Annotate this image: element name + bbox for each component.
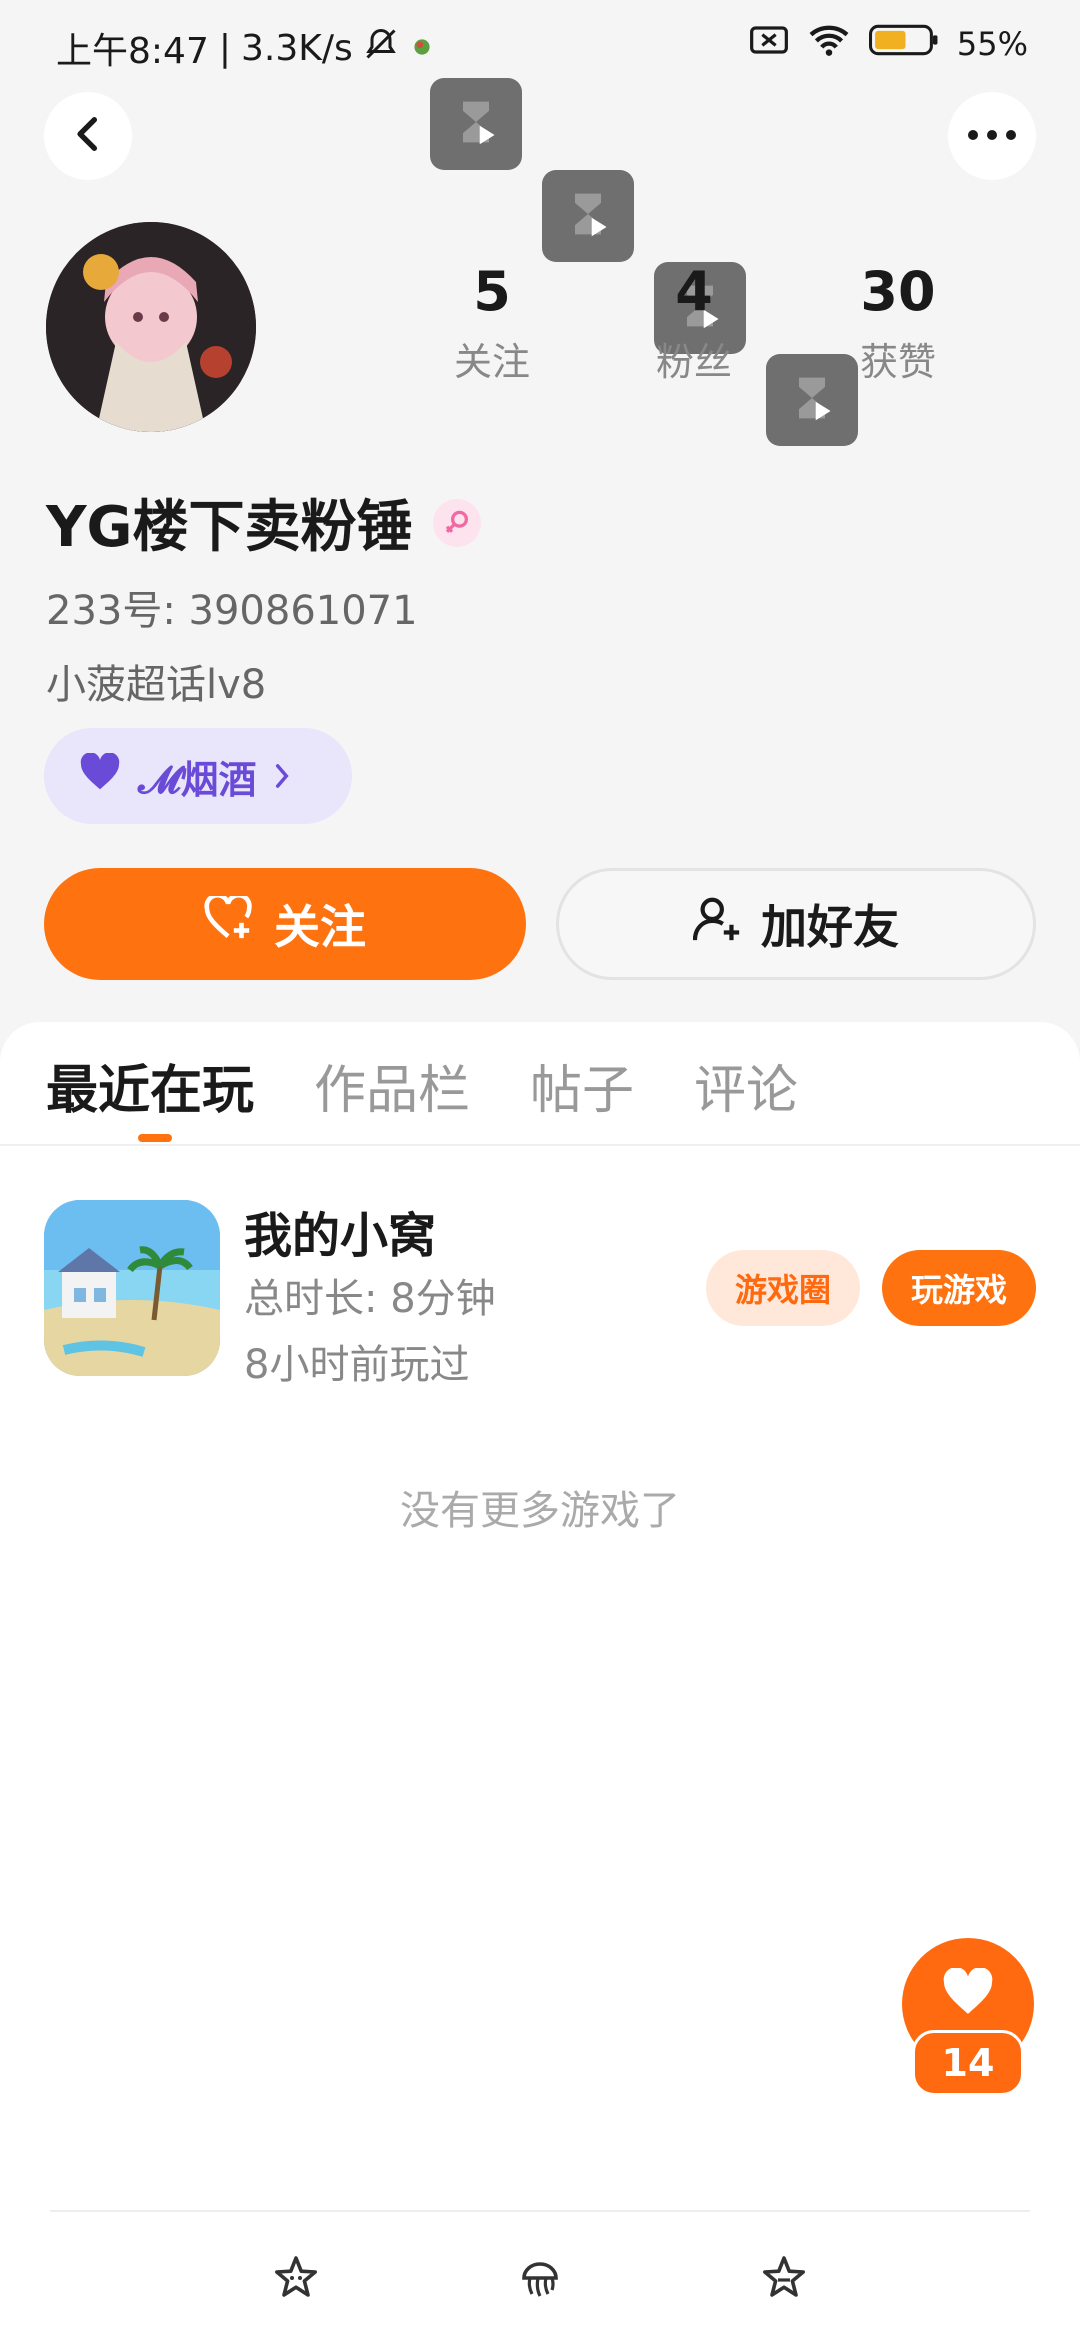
profile-name-row: YG楼下卖粉锤 [46, 482, 481, 563]
game-circle-button[interactable]: 游戏圈 [706, 1250, 860, 1326]
game-icon[interactable] [44, 1200, 220, 1376]
wifi-icon [807, 22, 851, 66]
status-right: 55% [749, 22, 1028, 66]
follow-button-label: 关注 [274, 900, 366, 954]
mute-icon [363, 26, 399, 71]
avatar[interactable] [46, 222, 256, 432]
more-button[interactable] [948, 92, 1036, 180]
status-bar: 上午8:47 | 3.3K/s 55% [0, 0, 1080, 90]
stat-likes[interactable]: 30 获赞 [818, 262, 978, 386]
stat-following[interactable]: 5 关注 [412, 262, 572, 386]
recent-game-thumb-1[interactable] [430, 78, 522, 170]
status-time: 上午8:47 [56, 31, 209, 72]
game-last-played: 8小时前玩过 [244, 1342, 470, 1388]
chevron-right-icon [273, 754, 291, 798]
add-user-icon [692, 894, 743, 955]
add-friend-label: 加好友 [761, 900, 899, 954]
star-icon[interactable] [756, 2250, 812, 2306]
heart-icon [941, 1967, 995, 2020]
tab-comments[interactable]: 评论 [694, 1048, 798, 1123]
status-left: 上午8:47 | 3.3K/s [56, 22, 435, 74]
back-button[interactable] [44, 92, 132, 180]
female-icon [432, 498, 481, 547]
tab-posts[interactable]: 帖子 [530, 1048, 634, 1123]
bottom-divider [50, 2210, 1030, 2212]
stat-likes-value: 30 [860, 260, 936, 323]
tab-recent-played[interactable]: 最近在玩 [46, 1048, 254, 1123]
stat-followers-value: 4 [675, 260, 713, 323]
no-more-games-text: 没有更多游戏了 [400, 1488, 680, 1534]
like-count-badge: 14 [912, 2030, 1024, 2096]
active-tab-indicator [138, 1134, 172, 1142]
stat-following-label: 关注 [453, 340, 530, 385]
user-id: 233号: 390861071 [46, 588, 418, 634]
avatar-art [46, 222, 256, 432]
stat-followers-label: 粉丝 [655, 340, 732, 385]
add-friend-button[interactable]: 加好友 [556, 868, 1036, 980]
stat-following-value: 5 [473, 260, 511, 323]
jellyfish-icon[interactable] [512, 2250, 568, 2306]
hourglass-icon [453, 96, 499, 152]
game-duration: 总时长: 8分钟 [244, 1276, 496, 1322]
relation-tag-chip[interactable]: 𝓜烟酒 [44, 728, 352, 824]
profile-bio: 小菠超话lv8 [46, 662, 267, 708]
recent-game-thumb-2[interactable] [542, 170, 634, 262]
stat-likes-label: 获赞 [859, 340, 936, 385]
more-icon [966, 127, 1018, 146]
notification-icon [409, 28, 435, 69]
play-game-button[interactable]: 玩游戏 [882, 1250, 1036, 1326]
battery-icon [868, 23, 939, 65]
status-separator: | [218, 27, 231, 69]
tab-works[interactable]: 作品栏 [314, 1048, 470, 1123]
status-net-speed: 3.3K/s [240, 27, 353, 69]
battery-level: 55% [956, 25, 1028, 63]
game-icon-art [44, 1200, 220, 1376]
star-icon[interactable] [268, 2250, 324, 2306]
tab-divider [0, 1144, 1080, 1146]
stat-followers[interactable]: 4 粉丝 [614, 262, 774, 386]
back-icon [71, 115, 105, 157]
relation-tag-label: 𝓜烟酒 [138, 757, 257, 802]
heart-icon [78, 751, 122, 800]
game-title: 我的小窝 [244, 1208, 437, 1264]
heart-plus-icon [204, 892, 256, 953]
follow-button[interactable]: 关注 [44, 868, 526, 980]
profile-name: YG楼下卖粉锤 [46, 495, 413, 560]
profile-tabs: 最近在玩 作品栏 帖子 评论 [46, 1048, 798, 1123]
sim-off-icon [749, 24, 789, 64]
hourglass-icon [565, 188, 611, 244]
